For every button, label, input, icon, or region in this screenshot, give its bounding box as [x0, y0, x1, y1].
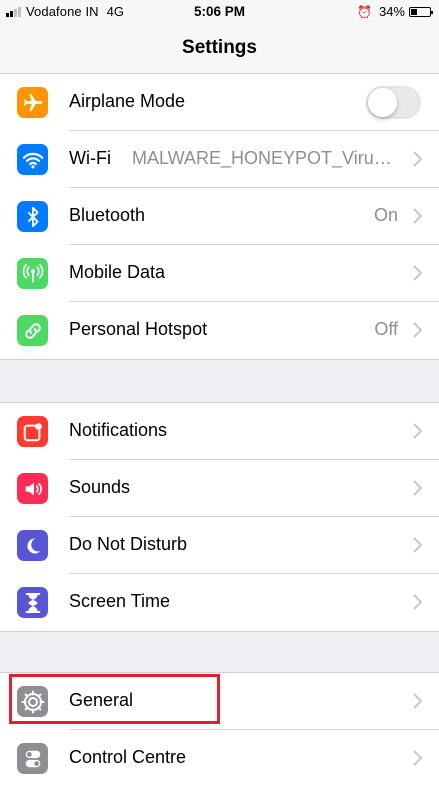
settings-row-airplane-mode[interactable]: Airplane Mode	[0, 74, 439, 131]
chevron-right-icon	[413, 480, 422, 496]
settings-row-sounds[interactable]: Sounds	[0, 460, 439, 517]
chevron-right-icon	[413, 208, 422, 224]
chevron-right-icon	[413, 537, 422, 553]
status-bar: Vodafone IN 4G 5:06 PM ⏰ 34%	[0, 0, 439, 24]
alarm-clock-icon: ⏰	[357, 4, 372, 19]
navigation-bar: Settings	[0, 24, 439, 74]
row-label: Screen Time	[69, 591, 171, 611]
hourglass-icon	[17, 587, 48, 618]
chevron-right-icon	[413, 693, 422, 709]
settings-row-control-centre[interactable]: Control Centre	[0, 730, 439, 787]
chevron-right-icon	[413, 594, 422, 610]
notifications-group: Notifications Sounds Do Not Disturb Scre…	[0, 402, 439, 632]
row-label: Notifications	[69, 420, 168, 440]
hotspot-status: Off	[374, 319, 398, 339]
hotspot-link-icon	[17, 315, 48, 346]
row-label: Mobile Data	[69, 262, 166, 282]
battery-icon	[409, 6, 433, 17]
settings-row-general[interactable]: General	[0, 673, 439, 730]
settings-row-mobile-data[interactable]: Mobile Data	[0, 245, 439, 302]
chevron-right-icon	[413, 322, 422, 338]
gear-icon	[17, 686, 48, 717]
general-group: General Control Centre	[0, 672, 439, 787]
row-label: Personal Hotspot	[69, 319, 208, 339]
settings-row-personal-hotspot[interactable]: Personal Hotspot Off	[0, 302, 439, 359]
settings-row-notifications[interactable]: Notifications	[0, 403, 439, 460]
row-label: Do Not Disturb	[69, 534, 188, 554]
chevron-right-icon	[413, 265, 422, 281]
bluetooth-icon	[17, 201, 48, 232]
speaker-icon	[17, 473, 48, 504]
switches-icon	[17, 743, 48, 774]
settings-row-screen-time[interactable]: Screen Time	[0, 574, 439, 631]
row-label: Wi-Fi	[69, 148, 111, 168]
chevron-right-icon	[413, 750, 422, 766]
battery-percent: 34%	[378, 4, 405, 19]
row-label: Airplane Mode	[69, 91, 186, 111]
airplane-mode-toggle[interactable]	[366, 86, 421, 119]
status-right: ⏰ 34%	[357, 4, 433, 19]
wifi-icon	[17, 144, 48, 175]
settings-row-wifi[interactable]: Wi-Fi MALWARE_HONEYPOT_Virus_Warehouse	[0, 131, 439, 188]
row-label: Control Centre	[69, 747, 187, 767]
wifi-network-name: MALWARE_HONEYPOT_Virus_Warehouse	[132, 148, 398, 168]
notifications-icon	[17, 416, 48, 447]
row-label: Bluetooth	[69, 205, 146, 225]
row-label: Sounds	[69, 477, 131, 497]
airplane-icon	[17, 87, 48, 118]
chevron-right-icon	[413, 423, 422, 439]
moon-icon	[17, 530, 48, 561]
antenna-icon	[17, 258, 48, 289]
settings-row-bluetooth[interactable]: Bluetooth On	[0, 188, 439, 245]
connectivity-group: Airplane Mode Wi-Fi MALWARE_HONEYPOT_Vir…	[0, 73, 439, 360]
page-title: Settings	[182, 37, 257, 58]
chevron-right-icon	[413, 151, 422, 167]
bluetooth-status: On	[373, 205, 398, 225]
settings-row-do-not-disturb[interactable]: Do Not Disturb	[0, 517, 439, 574]
row-label: General	[69, 690, 134, 710]
